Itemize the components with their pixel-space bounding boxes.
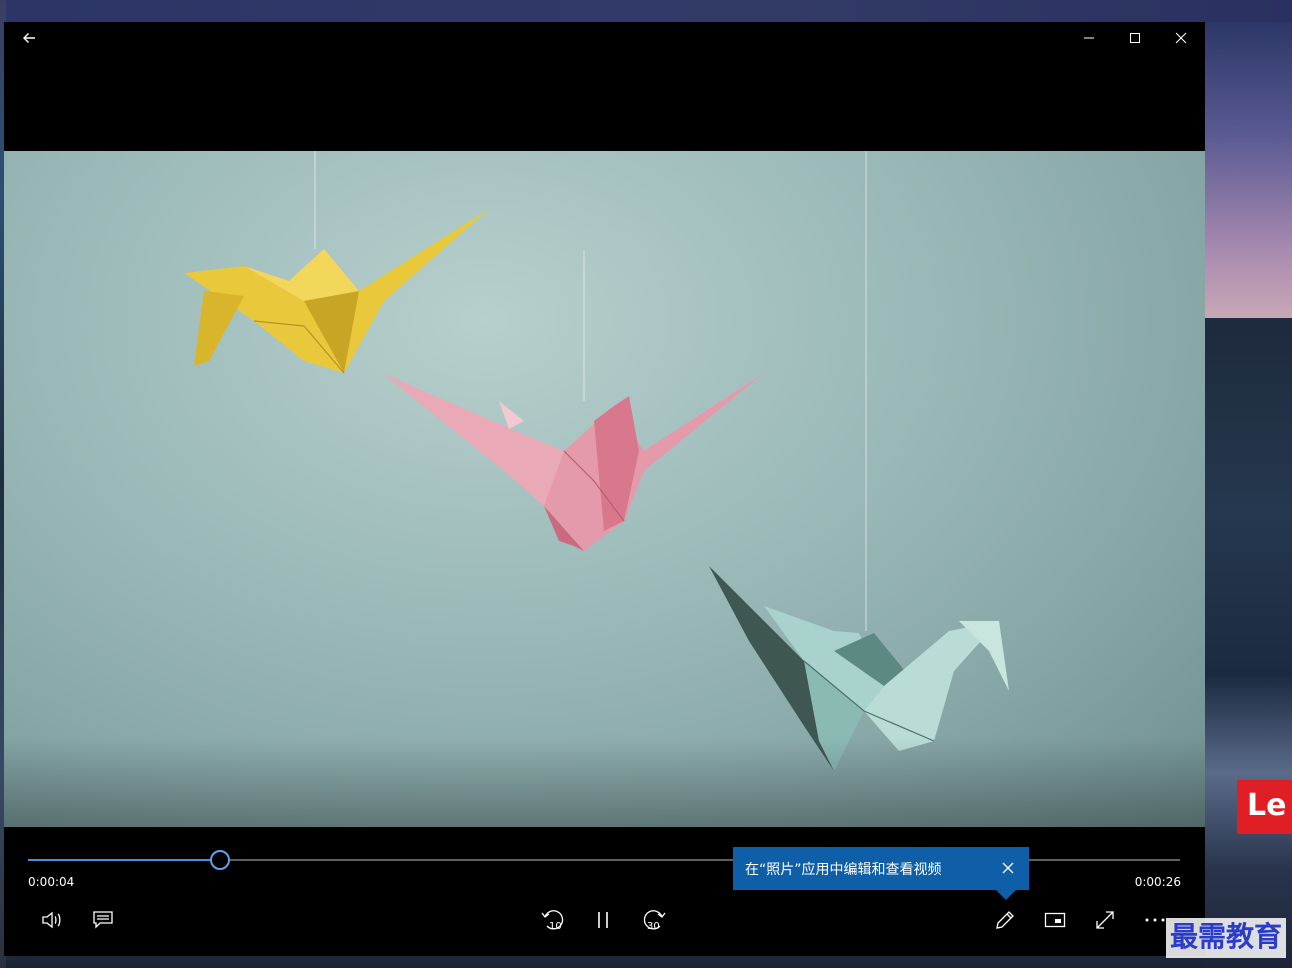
seek-bar-progress [28,859,221,861]
fullscreen-icon [1096,911,1114,929]
pause-icon [598,912,608,928]
desktop-background-top [0,0,1292,22]
rewind-icon: 10 [541,910,564,932]
forward-label: 30 [647,921,660,932]
minimize-icon [1084,37,1094,39]
edit-button[interactable] [985,900,1025,940]
close-button[interactable] [1158,22,1204,54]
volume-button[interactable] [33,900,73,940]
rewind-10-button[interactable]: 10 [533,900,573,940]
forward-30-button[interactable]: 30 [634,900,674,940]
desktop-brand-badge: Le [1237,780,1292,834]
elapsed-time: 0:00:04 [28,875,75,889]
close-icon [1002,862,1014,874]
volume-icon [42,911,61,929]
more-icon [1145,918,1165,922]
tooltip-close-button[interactable] [993,853,1023,883]
transport-controls: 0:00:04 0:00:26 在“照片”应用中编辑和查看视频 10 30 [4,827,1205,956]
total-time: 0:00:26 [1134,875,1181,889]
captions-button[interactable] [83,900,123,940]
origami-cranes-illustration [184,151,1009,771]
rewind-label: 10 [549,921,562,932]
video-bottom-shade [4,737,1205,827]
mini-view-icon [1044,912,1066,928]
tooltip-text: 在“照片”应用中编辑和查看视频 [745,862,942,878]
title-bar [4,22,1205,54]
forward-icon: 30 [643,910,666,932]
seek-bar-thumb[interactable] [210,850,231,870]
minimize-button[interactable] [1066,22,1112,54]
mini-view-button[interactable] [1035,900,1075,940]
maximize-icon [1130,33,1140,43]
yellow-crane [184,209,489,374]
video-frame[interactable] [4,151,1205,827]
close-icon [1175,32,1187,44]
desktop-background-lake [1204,318,1292,968]
movies-tv-window: 0:00:04 0:00:26 在“照片”应用中编辑和查看视频 10 30 [4,22,1205,956]
maximize-button[interactable] [1112,22,1158,54]
pink-crane [382,373,764,551]
captions-icon [93,911,113,929]
fullscreen-button[interactable] [1085,900,1125,940]
back-button[interactable] [6,22,52,54]
tooltip-arrow [996,890,1016,900]
arrow-left-icon [23,33,35,43]
edit-in-photos-tooltip: 在“照片”应用中编辑和查看视频 [733,847,1029,900]
watermark-text: 最需教育 [1166,918,1287,958]
pause-button[interactable] [583,900,623,940]
pencil-icon [996,911,1014,929]
